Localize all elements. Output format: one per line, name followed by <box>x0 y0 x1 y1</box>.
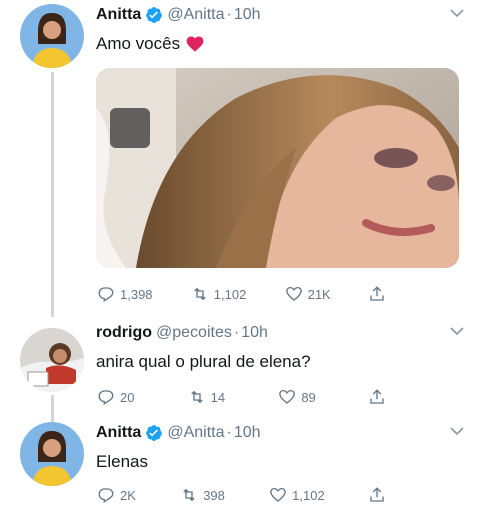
tweet-text: anira qual o plural de elena? <box>96 352 462 372</box>
tweet-text: Amo vocês <box>96 34 462 54</box>
red-heart-emoji-icon <box>186 36 204 52</box>
like-button[interactable]: 1,102 <box>268 486 325 504</box>
separator: · <box>226 424 232 441</box>
avatar[interactable] <box>20 4 84 68</box>
share-button[interactable] <box>368 388 386 406</box>
like-count: 89 <box>301 389 316 405</box>
reply-count: 1,398 <box>120 286 153 302</box>
handle[interactable]: @pecoites <box>156 324 232 342</box>
tweet-actions: 1,398 1,102 21K <box>96 285 386 303</box>
retweet-count: 14 <box>210 389 226 405</box>
heart-icon <box>285 286 302 301</box>
reply-button[interactable]: 1,398 <box>96 285 153 303</box>
reply-button[interactable]: 20 <box>96 388 134 406</box>
tweet-photo[interactable] <box>96 68 459 268</box>
timestamp[interactable]: 10h <box>234 424 261 442</box>
retweet-icon <box>194 287 206 301</box>
separator: · <box>226 6 232 23</box>
like-count: 21K <box>307 286 331 302</box>
verified-badge-icon <box>146 425 163 441</box>
retweet-button[interactable]: 398 <box>179 486 225 504</box>
reply-icon <box>98 488 114 504</box>
retweet-count: 1,102 <box>213 286 247 302</box>
share-button[interactable] <box>368 285 386 303</box>
display-name[interactable]: Anitta <box>96 6 141 24</box>
verified-badge-icon <box>146 7 163 23</box>
reply-icon <box>98 287 114 303</box>
tweet[interactable]: Anitta @Anitta · 10h Amo vocês 1,398 1,1… <box>0 0 480 318</box>
reply-button[interactable]: 2K <box>96 486 136 504</box>
display-name[interactable]: Anitta <box>96 424 141 442</box>
avatar[interactable] <box>20 422 84 486</box>
avatar[interactable] <box>20 328 84 392</box>
retweet-count: 398 <box>203 487 225 503</box>
share-icon <box>370 286 384 301</box>
share-icon <box>370 487 384 502</box>
handle[interactable]: @Anitta <box>167 424 224 442</box>
share-icon <box>370 389 384 404</box>
chevron-down-icon[interactable] <box>450 8 464 18</box>
tweet-text-content: Amo vocês <box>96 34 181 53</box>
retweet-button[interactable]: 14 <box>187 388 225 406</box>
reply-count: 20 <box>120 389 135 405</box>
retweet-button[interactable]: 1,102 <box>190 285 247 303</box>
heart-icon <box>279 389 296 404</box>
tweet-text-content: Elenas <box>96 452 148 471</box>
tweet-text: Elenas <box>96 452 462 472</box>
tweet-text-content: anira qual o plural de elena? <box>96 352 311 371</box>
chevron-down-icon[interactable] <box>450 326 464 336</box>
like-count: 1,102 <box>292 487 325 503</box>
timestamp[interactable]: 10h <box>234 6 261 24</box>
tweet-actions: 2K 398 1,102 <box>96 486 386 504</box>
retweet-icon <box>190 390 203 404</box>
tweet-actions: 20 14 89 <box>96 388 386 406</box>
retweet-icon <box>183 488 195 502</box>
reply-count: 2K <box>120 487 136 503</box>
heart-icon <box>270 487 286 502</box>
reply-icon <box>98 390 114 406</box>
like-button[interactable]: 89 <box>277 388 316 406</box>
timestamp[interactable]: 10h <box>241 324 268 342</box>
share-button[interactable] <box>368 486 386 504</box>
display-name[interactable]: rodrigo <box>96 324 152 342</box>
chevron-down-icon[interactable] <box>450 426 464 436</box>
separator: · <box>233 324 240 341</box>
like-button[interactable]: 21K <box>284 285 331 303</box>
handle[interactable]: @Anitta <box>167 6 224 24</box>
